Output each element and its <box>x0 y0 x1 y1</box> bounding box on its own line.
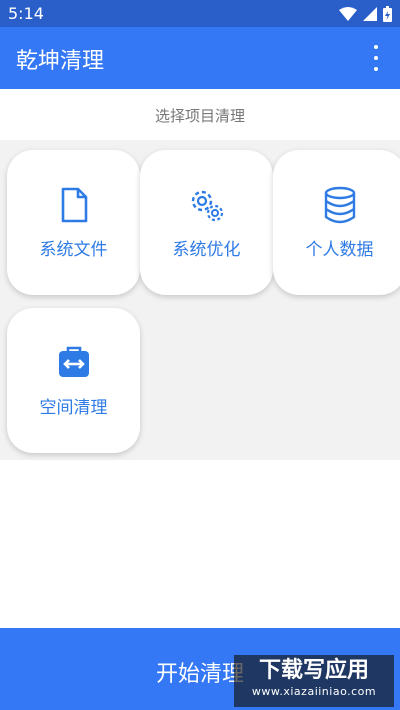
status-bar: 5:14 <box>0 0 400 27</box>
app-bar: 乾坤清理 <box>0 27 400 89</box>
more-icon-dot <box>374 67 378 71</box>
tile-system-optimize[interactable]: 系统优化 <box>140 150 273 295</box>
signal-icon <box>363 6 377 21</box>
tile-space-clean[interactable]: 空间清理 <box>7 308 140 453</box>
more-icon-dot <box>374 45 378 49</box>
watermark: 下载写应用 www.xiazaiiniao.com <box>234 655 394 707</box>
tiles-grid: 系统文件 系统优化 个人数据 空间清理 <box>0 140 400 460</box>
storage-icon <box>58 346 89 377</box>
status-time: 5:14 <box>8 4 44 23</box>
tile-label: 空间清理 <box>39 398 108 418</box>
watermark-url: www.xiazaiiniao.com <box>251 685 377 698</box>
battery-icon <box>383 5 392 22</box>
status-icons <box>339 5 392 22</box>
tile-label: 系统优化 <box>172 240 241 260</box>
watermark-text: 下载写应用 <box>258 658 369 683</box>
tile-label: 系统文件 <box>39 240 108 260</box>
wifi-icon <box>339 6 357 21</box>
database-icon <box>324 186 355 224</box>
tile-system-files[interactable]: 系统文件 <box>7 150 140 295</box>
tile-label: 个人数据 <box>305 240 374 260</box>
file-icon <box>61 187 87 223</box>
section-subtitle: 选择项目清理 <box>154 107 245 125</box>
more-icon-dot <box>374 56 378 60</box>
app-title: 乾坤清理 <box>16 49 105 74</box>
gear-icon <box>191 190 223 222</box>
overflow-menu-button[interactable] <box>364 45 388 71</box>
tile-personal-data[interactable]: 个人数据 <box>273 150 400 295</box>
